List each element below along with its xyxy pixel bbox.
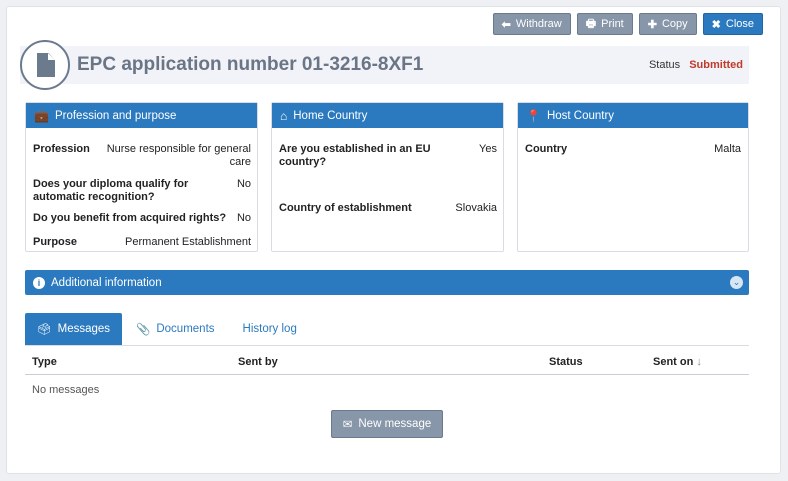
tab-documents-label: Documents bbox=[156, 323, 215, 335]
acquired-rights-key: Do you benefit from acquired rights? bbox=[33, 212, 227, 224]
withdraw-button[interactable]: ⬅ Withdraw bbox=[492, 13, 571, 35]
host-country-panel-title: Host Country bbox=[546, 109, 615, 122]
acquired-rights-value: No bbox=[236, 212, 251, 224]
status-badge: Submitted bbox=[689, 59, 743, 71]
envelope-icon: ✉ bbox=[342, 419, 353, 431]
eu-established-key: Are you established in an EU country? bbox=[279, 143, 431, 168]
country-establishment-key: Country of establishment bbox=[279, 202, 412, 214]
withdraw-label: Withdraw bbox=[515, 18, 562, 30]
chevron-down-icon[interactable]: ⌄ bbox=[730, 276, 743, 289]
status-display: Status Submitted bbox=[649, 59, 743, 71]
profession-panel: 💼 Profession and purpose Profession Nurs… bbox=[25, 102, 258, 252]
host-country-key: Country bbox=[525, 143, 568, 155]
tab-documents[interactable]: 📎 Documents bbox=[122, 313, 227, 345]
diploma-value: No bbox=[236, 178, 251, 190]
tabs-divider bbox=[25, 345, 749, 346]
close-label: Close bbox=[725, 18, 754, 30]
additional-info-toggle[interactable]: i Additional information ⌄ bbox=[25, 270, 749, 295]
profession-value: Nurse responsible for general care bbox=[106, 143, 251, 168]
purpose-key: Purpose bbox=[33, 236, 78, 248]
sent-on-label: Sent on bbox=[653, 356, 694, 368]
table-header-divider bbox=[25, 374, 749, 375]
page-title: EPC application number 01-3216-8XF1 bbox=[77, 54, 424, 75]
tab-history-log[interactable]: History log bbox=[227, 313, 309, 345]
profession-key: Profession bbox=[33, 143, 90, 155]
profession-row: Profession Nurse responsible for general… bbox=[33, 143, 251, 168]
new-message-button[interactable]: ✉ New message bbox=[331, 410, 443, 438]
home-country-panel-title: Home Country bbox=[293, 109, 368, 122]
new-message-label: New message bbox=[358, 418, 432, 430]
eu-established-value: Yes bbox=[479, 143, 497, 155]
print-button[interactable]: 🖶 Print bbox=[576, 13, 633, 35]
home-icon: ⌂ bbox=[280, 108, 288, 123]
acquired-rights-row: Do you benefit from acquired rights? No bbox=[33, 212, 251, 225]
tab-history-log-label: History log bbox=[242, 323, 297, 335]
purpose-row: Purpose Permanent Establishment bbox=[33, 236, 251, 249]
close-button[interactable]: ✖ Close bbox=[702, 13, 763, 35]
tab-messages-label: Messages bbox=[57, 323, 111, 335]
copy-label: Copy bbox=[661, 18, 688, 30]
host-country-panel-header: 📍 Host Country bbox=[518, 103, 748, 128]
column-header-type[interactable]: Type bbox=[32, 356, 57, 368]
tabs: 🗳 Messages 📎 Documents History log bbox=[25, 313, 309, 345]
tab-messages[interactable]: 🗳 Messages bbox=[25, 313, 123, 345]
purpose-value: Permanent Establishment bbox=[125, 236, 251, 248]
toolbar: ⬅ Withdraw 🖶 Print ✚ Copy ✖ Close bbox=[492, 13, 763, 35]
column-header-status[interactable]: Status bbox=[549, 356, 583, 368]
print-label: Print bbox=[601, 18, 624, 30]
diploma-key: Does your diploma qualify for automatic … bbox=[33, 178, 189, 203]
column-header-sent-on[interactable]: Sent on ↓ bbox=[653, 356, 702, 368]
close-icon: ✖ bbox=[711, 18, 721, 31]
info-icon: i bbox=[33, 276, 45, 289]
country-establishment-row: Country of establishment Slovakia bbox=[279, 202, 497, 215]
empty-messages-text: No messages bbox=[32, 384, 100, 396]
host-country-value: Malta bbox=[714, 143, 741, 155]
map-marker-icon: 📍 bbox=[526, 108, 541, 123]
additional-info-title: Additional information bbox=[51, 276, 162, 289]
inbox-icon: 🗳 bbox=[37, 324, 52, 336]
diploma-row: Does your diploma qualify for automatic … bbox=[33, 178, 251, 204]
briefcase-icon: 💼 bbox=[34, 108, 49, 123]
profession-panel-header: 💼 Profession and purpose bbox=[26, 103, 257, 128]
document-icon bbox=[20, 40, 70, 90]
plus-icon: ✚ bbox=[647, 18, 657, 31]
arrow-left-icon: ⬅ bbox=[501, 18, 511, 31]
country-establishment-value: Slovakia bbox=[455, 202, 497, 214]
copy-button[interactable]: ✚ Copy bbox=[638, 13, 697, 35]
home-country-panel: ⌂ Home Country Are you established in an… bbox=[271, 102, 504, 252]
host-country-panel: 📍 Host Country Country Malta bbox=[517, 102, 749, 252]
sort-arrow-icon: ↓ bbox=[696, 356, 702, 368]
profession-panel-title: Profession and purpose bbox=[54, 109, 177, 122]
printer-icon: 🖶 bbox=[585, 17, 597, 30]
eu-established-row: Are you established in an EU country? Ye… bbox=[279, 143, 497, 169]
column-header-sent-by[interactable]: Sent by bbox=[238, 356, 278, 368]
paperclip-icon: 📎 bbox=[136, 324, 151, 336]
host-country-row: Country Malta bbox=[525, 143, 741, 156]
status-label: Status bbox=[648, 59, 681, 71]
home-country-panel-header: ⌂ Home Country bbox=[272, 103, 503, 128]
